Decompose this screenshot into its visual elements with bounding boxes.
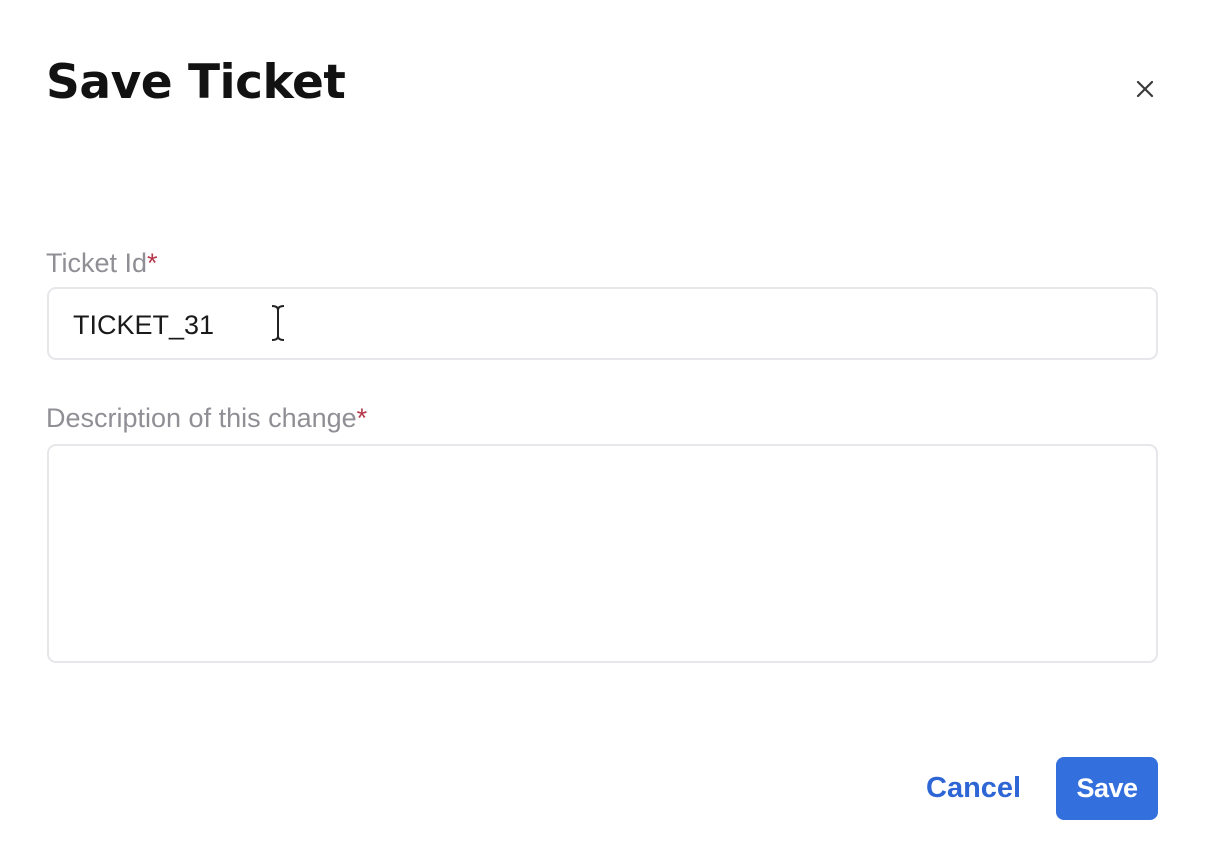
description-label: Description of this change* (46, 405, 367, 432)
close-icon (1136, 80, 1154, 98)
text-cursor-icon (271, 305, 285, 341)
ticket-id-value: TICKET_31 (73, 310, 215, 340)
ticket-id-input[interactable]: TICKET_31 (47, 287, 1158, 360)
required-marker: * (147, 248, 158, 278)
close-button[interactable] (1128, 72, 1162, 106)
cancel-button[interactable]: Cancel (918, 763, 1029, 813)
save-ticket-dialog: Save Ticket Ticket Id* TICKET_31 Descrip… (0, 0, 1208, 863)
dialog-title: Save Ticket (46, 55, 346, 110)
save-button[interactable]: Save (1056, 757, 1158, 820)
ticket-id-label-text: Ticket Id (46, 248, 148, 278)
required-marker: * (356, 403, 368, 433)
description-textarea[interactable] (47, 444, 1158, 663)
ticket-id-label: Ticket Id* (46, 250, 158, 277)
description-label-text: Description of this change (46, 403, 357, 433)
